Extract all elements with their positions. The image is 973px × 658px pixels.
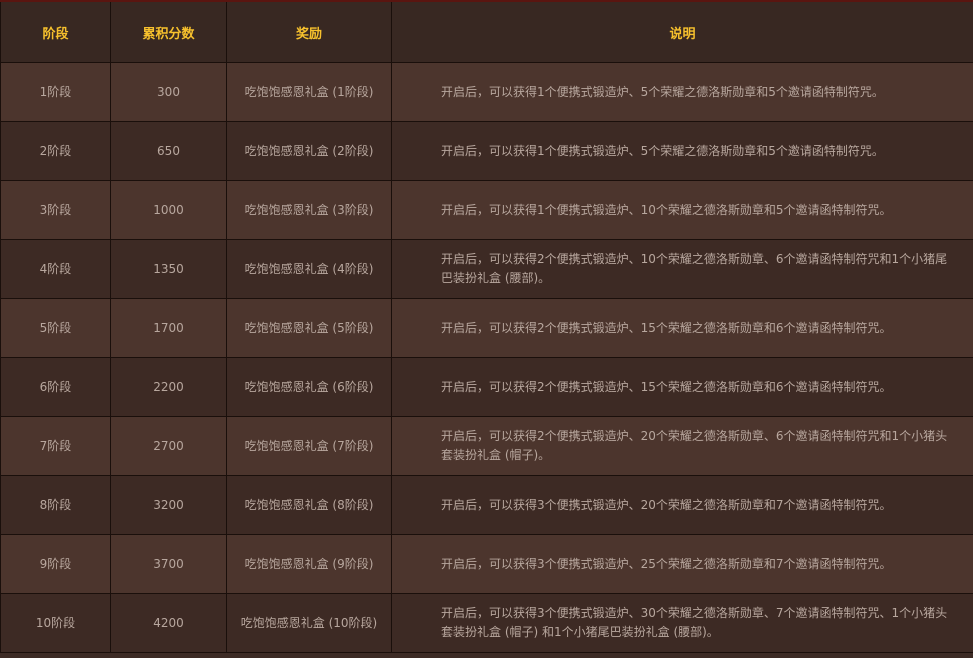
table-row: 7阶段 2700 吃饱饱感恩礼盒 (7阶段) 开启后，可以获得2个便携式锻造炉、… [0,416,973,476]
stage-cell: 1阶段 [0,62,111,122]
score-cell: 2700 [110,416,227,476]
reward-cell: 吃饱饱感恩礼盒 (7阶段) [226,416,392,476]
reward-cell: 吃饱饱感恩礼盒 (4阶段) [226,239,392,299]
reward-cell: 吃饱饱感恩礼盒 (8阶段) [226,475,392,535]
table-row: 5阶段 1700 吃饱饱感恩礼盒 (5阶段) 开启后，可以获得2个便携式锻造炉、… [0,298,973,358]
stage-reward-table: 阶段 累积分数 奖励 说明 1阶段 300 吃饱饱感恩礼盒 (1阶段) 开启后，… [0,0,973,653]
score-cell: 300 [110,62,227,122]
reward-cell: 吃饱饱感恩礼盒 (6阶段) [226,357,392,417]
description-cell: 开启后，可以获得1个便携式锻造炉、5个荣耀之德洛斯勋章和5个邀请函特制符咒。 [391,121,973,181]
score-cell: 1000 [110,180,227,240]
header-score: 累积分数 [110,0,227,63]
description-cell: 开启后，可以获得1个便携式锻造炉、10个荣耀之德洛斯勋章和5个邀请函特制符咒。 [391,180,973,240]
stage-cell: 7阶段 [0,416,111,476]
table-row: 4阶段 1350 吃饱饱感恩礼盒 (4阶段) 开启后，可以获得2个便携式锻造炉、… [0,239,973,299]
score-cell: 2200 [110,357,227,417]
score-cell: 1350 [110,239,227,299]
reward-cell: 吃饱饱感恩礼盒 (1阶段) [226,62,392,122]
table-row: 3阶段 1000 吃饱饱感恩礼盒 (3阶段) 开启后，可以获得1个便携式锻造炉、… [0,180,973,240]
header-reward: 奖励 [226,0,392,63]
stage-cell: 4阶段 [0,239,111,299]
reward-cell: 吃饱饱感恩礼盒 (5阶段) [226,298,392,358]
stage-cell: 10阶段 [0,593,111,653]
stage-cell: 5阶段 [0,298,111,358]
score-cell: 1700 [110,298,227,358]
score-cell: 4200 [110,593,227,653]
description-cell: 开启后，可以获得2个便携式锻造炉、20个荣耀之德洛斯勋章、6个邀请函特制符咒和1… [391,416,973,476]
description-cell: 开启后，可以获得3个便携式锻造炉、30个荣耀之德洛斯勋章、7个邀请函特制符咒、1… [391,593,973,653]
description-cell: 开启后，可以获得2个便携式锻造炉、15个荣耀之德洛斯勋章和6个邀请函特制符咒。 [391,298,973,358]
description-cell: 开启后，可以获得3个便携式锻造炉、20个荣耀之德洛斯勋章和7个邀请函特制符咒。 [391,475,973,535]
header-description: 说明 [391,0,973,63]
stage-cell: 2阶段 [0,121,111,181]
reward-cell: 吃饱饱感恩礼盒 (10阶段) [226,593,392,653]
description-cell: 开启后，可以获得1个便携式锻造炉、5个荣耀之德洛斯勋章和5个邀请函特制符咒。 [391,62,973,122]
table-row: 10阶段 4200 吃饱饱感恩礼盒 (10阶段) 开启后，可以获得3个便携式锻造… [0,593,973,653]
table-row: 6阶段 2200 吃饱饱感恩礼盒 (6阶段) 开启后，可以获得2个便携式锻造炉、… [0,357,973,417]
table-header-row: 阶段 累积分数 奖励 说明 [0,0,973,63]
stage-cell: 6阶段 [0,357,111,417]
reward-cell: 吃饱饱感恩礼盒 (2阶段) [226,121,392,181]
description-cell: 开启后，可以获得3个便携式锻造炉、25个荣耀之德洛斯勋章和7个邀请函特制符咒。 [391,534,973,594]
score-cell: 650 [110,121,227,181]
header-stage: 阶段 [0,0,111,63]
score-cell: 3200 [110,475,227,535]
stage-cell: 3阶段 [0,180,111,240]
description-cell: 开启后，可以获得2个便携式锻造炉、10个荣耀之德洛斯勋章、6个邀请函特制符咒和1… [391,239,973,299]
table-row: 2阶段 650 吃饱饱感恩礼盒 (2阶段) 开启后，可以获得1个便携式锻造炉、5… [0,121,973,181]
table-row: 8阶段 3200 吃饱饱感恩礼盒 (8阶段) 开启后，可以获得3个便携式锻造炉、… [0,475,973,535]
table-row: 1阶段 300 吃饱饱感恩礼盒 (1阶段) 开启后，可以获得1个便携式锻造炉、5… [0,62,973,122]
description-cell: 开启后，可以获得2个便携式锻造炉、15个荣耀之德洛斯勋章和6个邀请函特制符咒。 [391,357,973,417]
reward-cell: 吃饱饱感恩礼盒 (9阶段) [226,534,392,594]
score-cell: 3700 [110,534,227,594]
stage-cell: 9阶段 [0,534,111,594]
table-row: 9阶段 3700 吃饱饱感恩礼盒 (9阶段) 开启后，可以获得3个便携式锻造炉、… [0,534,973,594]
stage-cell: 8阶段 [0,475,111,535]
reward-cell: 吃饱饱感恩礼盒 (3阶段) [226,180,392,240]
